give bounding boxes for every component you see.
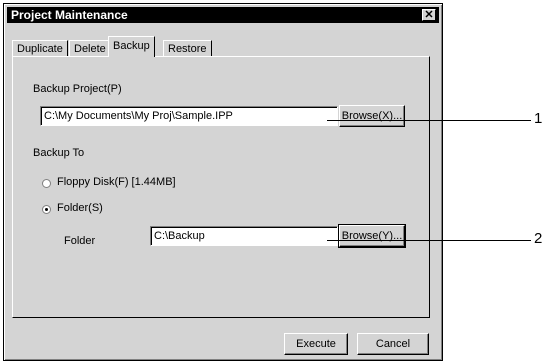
window-title: Project Maintenance	[11, 8, 128, 22]
execute-button[interactable]: Execute	[284, 333, 348, 355]
cancel-button[interactable]: Cancel	[357, 333, 429, 355]
callout-line-2	[327, 240, 531, 241]
callout-number-1: 1	[534, 110, 543, 127]
tab-duplicate[interactable]: Duplicate	[12, 40, 68, 56]
tab-backup[interactable]: Backup	[108, 36, 155, 57]
backup-to-label: Backup To	[33, 147, 85, 159]
backup-project-input[interactable]: C:\My Documents\My Proj\Sample.IPP	[40, 106, 338, 126]
folder-radio[interactable]	[42, 205, 51, 214]
folder-option-label: Folder(S)	[57, 202, 103, 214]
folder-input[interactable]: C:\Backup	[150, 226, 338, 246]
title-bar: Project Maintenance ✕	[7, 7, 439, 23]
callout-number-2: 2	[534, 230, 543, 247]
tab-delete[interactable]: Delete	[69, 40, 111, 56]
tab-restore[interactable]: Restore	[163, 40, 212, 56]
floppy-option-label: Floppy Disk(F) [1.44MB]	[57, 176, 176, 188]
backup-panel: Backup Project(P) C:\My Documents\My Pro…	[12, 56, 430, 318]
browse-project-button[interactable]: Browse(X)...	[339, 105, 405, 127]
close-icon[interactable]: ✕	[422, 9, 436, 21]
browse-folder-button[interactable]: Browse(Y)...	[338, 224, 406, 248]
backup-project-label: Backup Project(P)	[33, 83, 122, 95]
floppy-radio[interactable]	[42, 179, 51, 188]
callout-line-1	[327, 120, 531, 121]
folder-label: Folder	[64, 235, 96, 247]
